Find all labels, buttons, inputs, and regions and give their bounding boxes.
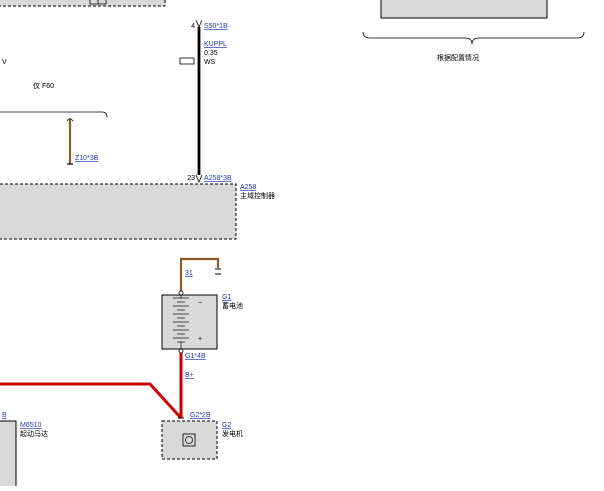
battery-box [161, 294, 218, 350]
g1-battery: − + G1 蓄电池 G1*4B B+ [161, 290, 243, 379]
variant-bracket: Z10*3B [0, 111, 108, 165]
starter-box [0, 420, 17, 491]
top-component-box [0, 0, 166, 7]
right-component: 根据配置情况 [362, 0, 585, 62]
bplus-wire-link[interactable]: B+ [185, 372, 194, 379]
variant-bracket-line [0, 111, 108, 118]
wire-id-link[interactable]: KUPPL [204, 41, 227, 48]
a258-connector-link[interactable]: A258*3B [204, 175, 232, 182]
a258-box [0, 183, 237, 240]
variant-note: 仅 F60 [33, 81, 54, 90]
ground-wire-group: 31 [179, 257, 221, 291]
generator-box [161, 420, 218, 460]
a258-id-link[interactable]: A258 [240, 184, 256, 191]
kuppl-wire-group: 4 S50*1B KUPPL 0.35 WS [179, 19, 228, 175]
wire-color-marker [179, 57, 195, 65]
top-pin-fork [195, 19, 203, 29]
a258-name: 主域控制器 [240, 191, 275, 200]
a258-module: 23 A258*3B A258 主域控制器 [0, 174, 275, 240]
g1-name: 蓄电池 [222, 301, 243, 310]
battery-top-terminal [178, 290, 184, 296]
z10-connector-link[interactable]: Z10*3B [75, 155, 99, 162]
wiring-diagram: 根据配置情况 4 S50*1B KUPPL 0.35 WS V 仅 F60 Z1… [0, 0, 604, 491]
wiring-diagram-svg: 根据配置情况 4 S50*1B KUPPL 0.35 WS V 仅 F60 Z1… [0, 0, 585, 491]
m6510-starter: B M6510 起动马达 [0, 412, 48, 491]
g2-id-link[interactable]: G2 [222, 422, 231, 429]
g1-id-link[interactable]: G1 [222, 294, 231, 301]
right-component-caption: 根据配置情况 [437, 53, 479, 62]
wire-color: WS [204, 59, 216, 66]
starter-red-wire [0, 382, 183, 420]
starter-left-edge-label[interactable]: B [2, 412, 7, 419]
top-component [0, 0, 166, 7]
left-edge-letter: V [2, 59, 7, 66]
battery-bottom-terminal [178, 348, 184, 354]
battery-minus: − [198, 300, 202, 307]
a258-pin-number: 23 [187, 175, 195, 182]
right-component-brace [362, 31, 585, 45]
g2-connector-link[interactable]: G2*2B [190, 412, 211, 419]
top-pin-number: 4 [191, 23, 195, 30]
g2-name: 发电机 [222, 429, 243, 438]
m6510-name: 起动马达 [20, 429, 48, 438]
g2-generator: G2*2B G2 发电机 [161, 412, 243, 460]
m6510-id-link[interactable]: M6510 [20, 422, 42, 429]
battery-plus: + [198, 336, 202, 343]
ground-wire-link[interactable]: 31 [185, 270, 193, 277]
wire-gauge: 0.35 [204, 50, 218, 57]
top-connector-link[interactable]: S50*1B [204, 23, 228, 30]
right-component-box [380, 0, 548, 19]
g1-connector-link[interactable]: G1*4B [185, 353, 206, 360]
a258-pin-fork [195, 174, 203, 184]
